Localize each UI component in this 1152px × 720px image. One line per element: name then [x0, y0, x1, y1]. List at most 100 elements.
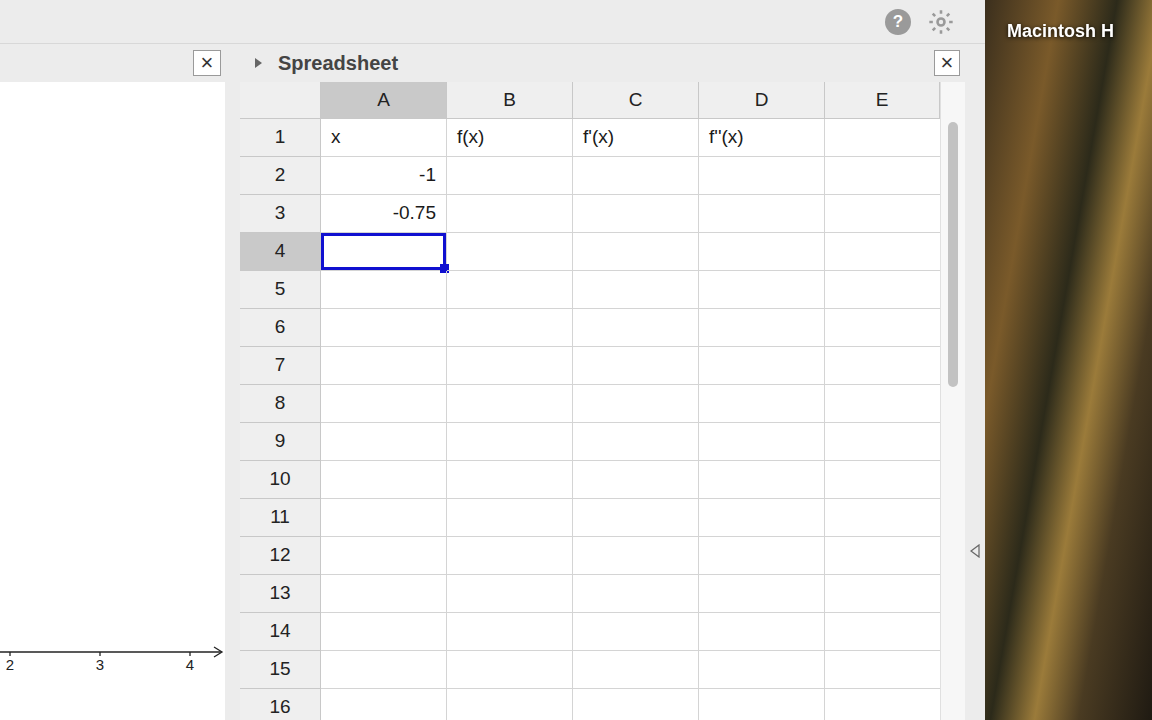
cell[interactable]: x [321, 119, 447, 157]
cell[interactable] [573, 499, 699, 537]
scrollbar[interactable] [940, 82, 965, 720]
corner-cell[interactable] [240, 82, 321, 119]
cell[interactable] [825, 461, 940, 499]
row-header[interactable]: 2 [240, 157, 321, 195]
cell[interactable] [825, 309, 940, 347]
cell[interactable] [699, 347, 825, 385]
row-header[interactable]: 14 [240, 613, 321, 651]
cell[interactable] [321, 461, 447, 499]
scroll-thumb[interactable] [948, 122, 958, 387]
cell[interactable] [825, 119, 940, 157]
row-header[interactable]: 5 [240, 271, 321, 309]
row-header[interactable]: 3 [240, 195, 321, 233]
cell[interactable] [321, 651, 447, 689]
cell[interactable] [825, 195, 940, 233]
cell[interactable] [447, 537, 573, 575]
cell[interactable] [447, 613, 573, 651]
cell[interactable] [321, 271, 447, 309]
row-header[interactable]: 8 [240, 385, 321, 423]
cell[interactable] [447, 385, 573, 423]
cell[interactable] [321, 233, 447, 271]
cell[interactable] [699, 195, 825, 233]
cell[interactable] [699, 499, 825, 537]
cell[interactable] [447, 423, 573, 461]
cell[interactable] [825, 423, 940, 461]
cell[interactable] [447, 575, 573, 613]
cell[interactable]: -0.75 [321, 195, 447, 233]
cell[interactable] [447, 309, 573, 347]
cell[interactable]: f'(x) [573, 119, 699, 157]
cell[interactable] [573, 575, 699, 613]
cell[interactable] [573, 689, 699, 720]
column-header[interactable]: A [321, 82, 447, 119]
cell[interactable] [573, 613, 699, 651]
row-header[interactable]: 9 [240, 423, 321, 461]
collapse-triangle-icon[interactable] [254, 57, 264, 69]
row-header[interactable]: 4 [240, 233, 321, 271]
cell[interactable] [573, 537, 699, 575]
row-header[interactable]: 6 [240, 309, 321, 347]
cell[interactable] [447, 195, 573, 233]
cell[interactable] [447, 499, 573, 537]
cell[interactable] [825, 157, 940, 195]
cell[interactable] [825, 499, 940, 537]
cell[interactable] [699, 233, 825, 271]
expand-triangle-icon[interactable] [970, 544, 980, 558]
cell[interactable] [699, 537, 825, 575]
help-button[interactable]: ? [885, 9, 911, 35]
cell[interactable] [699, 613, 825, 651]
cell[interactable] [699, 157, 825, 195]
cell[interactable] [825, 689, 940, 720]
cell[interactable]: f''(x) [699, 119, 825, 157]
splitter[interactable] [225, 44, 240, 720]
row-header[interactable]: 11 [240, 499, 321, 537]
cell[interactable] [573, 157, 699, 195]
cell[interactable] [699, 309, 825, 347]
close-button[interactable]: × [193, 50, 221, 76]
cell[interactable] [573, 195, 699, 233]
row-header[interactable]: 15 [240, 651, 321, 689]
cell[interactable] [825, 271, 940, 309]
close-button[interactable]: × [934, 50, 960, 76]
cell[interactable] [447, 651, 573, 689]
row-header[interactable]: 16 [240, 689, 321, 720]
cell[interactable] [321, 309, 447, 347]
cell[interactable] [825, 613, 940, 651]
cell[interactable] [573, 347, 699, 385]
cell[interactable] [699, 651, 825, 689]
cell[interactable] [573, 385, 699, 423]
row-header[interactable]: 10 [240, 461, 321, 499]
cell[interactable] [573, 271, 699, 309]
cell[interactable] [825, 385, 940, 423]
cell[interactable] [573, 309, 699, 347]
column-header[interactable]: D [699, 82, 825, 119]
cell[interactable] [321, 613, 447, 651]
row-header[interactable]: 7 [240, 347, 321, 385]
cell[interactable] [573, 233, 699, 271]
row-header[interactable]: 1 [240, 119, 321, 157]
cell[interactable]: -1 [321, 157, 447, 195]
cell[interactable] [825, 537, 940, 575]
cell[interactable] [321, 537, 447, 575]
cell[interactable] [321, 689, 447, 720]
cell[interactable] [573, 651, 699, 689]
cell[interactable] [573, 461, 699, 499]
row-header[interactable]: 13 [240, 575, 321, 613]
cell[interactable]: f(x) [447, 119, 573, 157]
cell[interactable] [321, 423, 447, 461]
cell[interactable] [699, 575, 825, 613]
cell[interactable] [447, 461, 573, 499]
cell[interactable] [699, 689, 825, 720]
desktop-icon-label[interactable]: Macintosh H [1007, 18, 1114, 45]
cell[interactable] [699, 461, 825, 499]
cell[interactable] [447, 689, 573, 720]
cell[interactable] [699, 271, 825, 309]
cell[interactable] [573, 423, 699, 461]
cell[interactable] [699, 385, 825, 423]
cell[interactable] [825, 651, 940, 689]
column-header[interactable]: C [573, 82, 699, 119]
cell[interactable] [699, 423, 825, 461]
column-header[interactable]: B [447, 82, 573, 119]
cell[interactable] [447, 271, 573, 309]
column-header[interactable]: E [825, 82, 940, 119]
